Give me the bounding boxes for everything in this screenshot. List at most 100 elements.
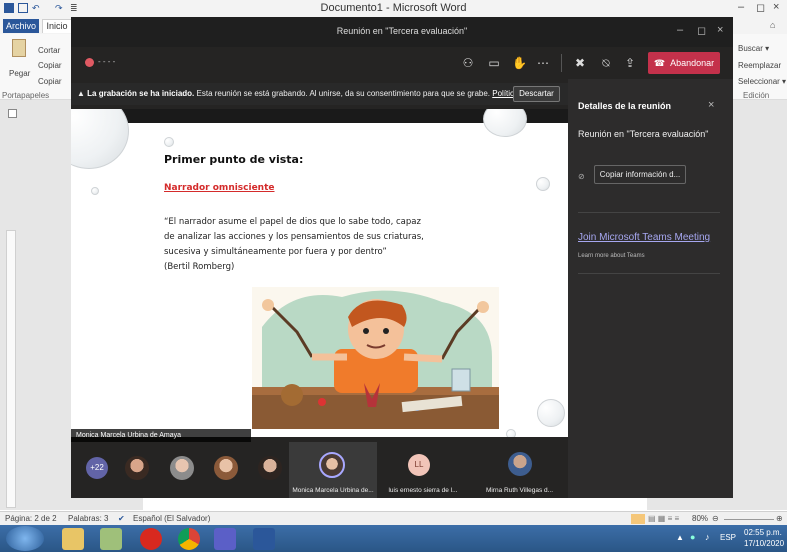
decorative-bubble — [91, 187, 99, 195]
join-teams-meeting-link[interactable]: Join Microsoft Teams Meeting — [578, 232, 710, 243]
app-icon[interactable] — [100, 528, 122, 550]
teams-minimize-icon[interactable]: – — [677, 24, 683, 36]
paste-button[interactable]: Pegar — [9, 69, 30, 78]
decorative-bubble — [537, 399, 565, 427]
warning-icon: ▲ — [77, 89, 88, 98]
clock-time[interactable]: 02:55 p.m. — [744, 528, 782, 537]
teams-taskbar-icon[interactable] — [214, 528, 236, 550]
word-page[interactable] — [143, 496, 647, 510]
copy-button[interactable]: Copiar — [38, 61, 62, 70]
zoom-in-icon[interactable]: ⊕ — [776, 514, 783, 523]
word-minimize-icon[interactable]: – — [738, 1, 744, 13]
recording-notice-body: Esta reunión se está grabando. Al unirse… — [194, 89, 493, 98]
network-icon[interactable]: ● — [690, 532, 695, 542]
toolbar-divider — [561, 54, 562, 72]
puppeteer-illustration — [252, 287, 499, 429]
recording-notice-banner: ▲ La grabación se ha iniciado. Esta reun… — [71, 83, 568, 105]
participant-tile[interactable]: Mirna Ruth Villegas d... — [471, 442, 568, 498]
slide-subheading: Narrador omnisciente — [164, 183, 275, 193]
decorative-bubble — [483, 109, 527, 137]
participant-avatar[interactable] — [125, 456, 149, 480]
participant-avatar — [319, 452, 345, 478]
opera-icon[interactable] — [140, 528, 162, 550]
word-count[interactable]: Palabras: 3 — [68, 514, 108, 523]
word-restore-icon[interactable]: ◻ — [756, 1, 765, 14]
word-window-title: Documento1 - Microsoft Word — [320, 2, 467, 14]
slide-quote-line: sucesiva y simultáneamente por fuera y p… — [164, 247, 387, 257]
view-modes-icon[interactable]: ▤ ▦ ≡ ≡ — [648, 514, 679, 523]
input-language[interactable]: ESP — [720, 533, 736, 542]
participants-strip: +22 Monica Marcela Urbina de... LL luis … — [71, 442, 568, 498]
select-button[interactable]: Seleccionar ▾ — [738, 77, 786, 86]
participant-name: luis ernesto sierra de l... — [388, 487, 458, 494]
spellcheck-icon[interactable]: ✔ — [118, 514, 125, 523]
vertical-ruler — [6, 230, 16, 508]
cut-button[interactable]: Cortar — [38, 46, 60, 55]
word-close-icon[interactable]: × — [773, 1, 779, 13]
participant-initials-avatar: LL — [408, 454, 430, 476]
page-count[interactable]: Página: 2 de 2 — [5, 514, 57, 523]
participant-tile-active[interactable]: Monica Marcela Urbina de... — [289, 442, 377, 498]
slide-quote-line: de analizar las acciones y los pensamien… — [164, 232, 424, 242]
participants-icon[interactable]: ⚇ — [461, 56, 475, 70]
recording-timer: - - - - — [98, 57, 116, 66]
leave-label: Abandonar — [670, 58, 715, 68]
more-participants-badge[interactable]: +22 — [86, 457, 108, 479]
slide-quote-line: “El narrador asume el papel de dios que … — [164, 217, 421, 227]
tab-archivo[interactable]: Archivo — [3, 19, 39, 33]
language-status[interactable]: Español (El Salvador) — [133, 514, 210, 523]
learn-more-link[interactable]: Learn more about Teams — [578, 253, 645, 259]
shared-screen: Primer punto de vista: Narrador omniscie… — [71, 109, 568, 437]
teams-maximize-icon[interactable]: ◻ — [697, 24, 706, 37]
camera-off-icon[interactable]: ✖ — [573, 56, 587, 70]
tray-arrow-icon[interactable]: ▲ — [676, 533, 684, 542]
ruler-toggle-button[interactable] — [8, 109, 17, 118]
participant-avatar[interactable] — [214, 456, 238, 480]
replace-button[interactable]: Reemplazar — [738, 61, 781, 70]
more-actions-icon[interactable]: ⋯ — [536, 56, 550, 70]
tab-inicio[interactable]: Inicio — [42, 19, 72, 33]
word-taskbar-icon[interactable] — [253, 528, 275, 550]
meeting-toolbar: - - - - ⚇ ▭ ✋ ⋯ ✖ ⍉ ⇪ ☎ Abandonar — [71, 47, 733, 79]
chrome-icon[interactable] — [178, 528, 200, 550]
raise-hand-icon[interactable]: ✋ — [512, 56, 527, 70]
word-statusbar: Página: 2 de 2 Palabras: 3 ✔ Español (El… — [0, 511, 787, 525]
find-button[interactable]: Buscar ▾ — [738, 44, 769, 53]
participant-avatar[interactable] — [170, 456, 194, 480]
paste-icon[interactable] — [12, 39, 26, 57]
decorative-bubble — [164, 137, 174, 147]
meeting-name: Reunión en "Tercera evaluación" — [578, 129, 709, 139]
divider — [578, 212, 720, 213]
format-painter-button[interactable]: Copiar — [38, 77, 62, 86]
clock-date[interactable]: 17/10/2020 — [744, 539, 784, 548]
teams-titlebar: Reunión en "Tercera evaluación" – ◻ × — [71, 17, 733, 47]
divider — [578, 273, 720, 274]
participant-tile[interactable]: LL luis ernesto sierra de l... — [383, 442, 463, 498]
microphone-off-icon[interactable]: ⍉ — [599, 56, 613, 70]
teams-close-icon[interactable]: × — [717, 24, 723, 36]
clipboard-group-label: Portapapeles — [2, 91, 50, 100]
print-layout-view-icon[interactable] — [631, 514, 645, 524]
participant-name: Monica Marcela Urbina de... — [292, 487, 374, 494]
details-panel-title: Detalles de la reunión — [578, 101, 672, 111]
start-button[interactable] — [6, 526, 44, 551]
chat-icon[interactable]: ▭ — [487, 56, 501, 70]
recording-notice-title: La grabación se ha iniciado. — [87, 89, 195, 98]
zoom-out-icon[interactable]: ⊖ — [712, 514, 719, 523]
leave-meeting-button[interactable]: ☎ Abandonar — [648, 52, 720, 74]
zoom-slider[interactable] — [724, 519, 774, 520]
file-explorer-icon[interactable] — [62, 528, 84, 550]
ribbon-collapse-icon[interactable]: ⌂ — [770, 20, 775, 30]
volume-icon[interactable]: ♪ — [705, 532, 710, 542]
recording-indicator-icon — [85, 58, 94, 67]
editing-group-label: Edición — [743, 91, 770, 100]
decorative-bubble — [71, 109, 129, 169]
participant-avatar[interactable] — [258, 456, 282, 480]
decorative-bubble — [536, 177, 550, 191]
link-icon: ⊘ — [578, 172, 585, 181]
close-panel-icon[interactable]: × — [708, 99, 714, 111]
dismiss-button[interactable]: Descartar — [513, 86, 560, 102]
share-screen-icon[interactable]: ⇪ — [623, 56, 637, 70]
zoom-level[interactable]: 80% — [692, 514, 708, 523]
copy-join-info-button[interactable]: Copiar información d... — [594, 165, 686, 184]
